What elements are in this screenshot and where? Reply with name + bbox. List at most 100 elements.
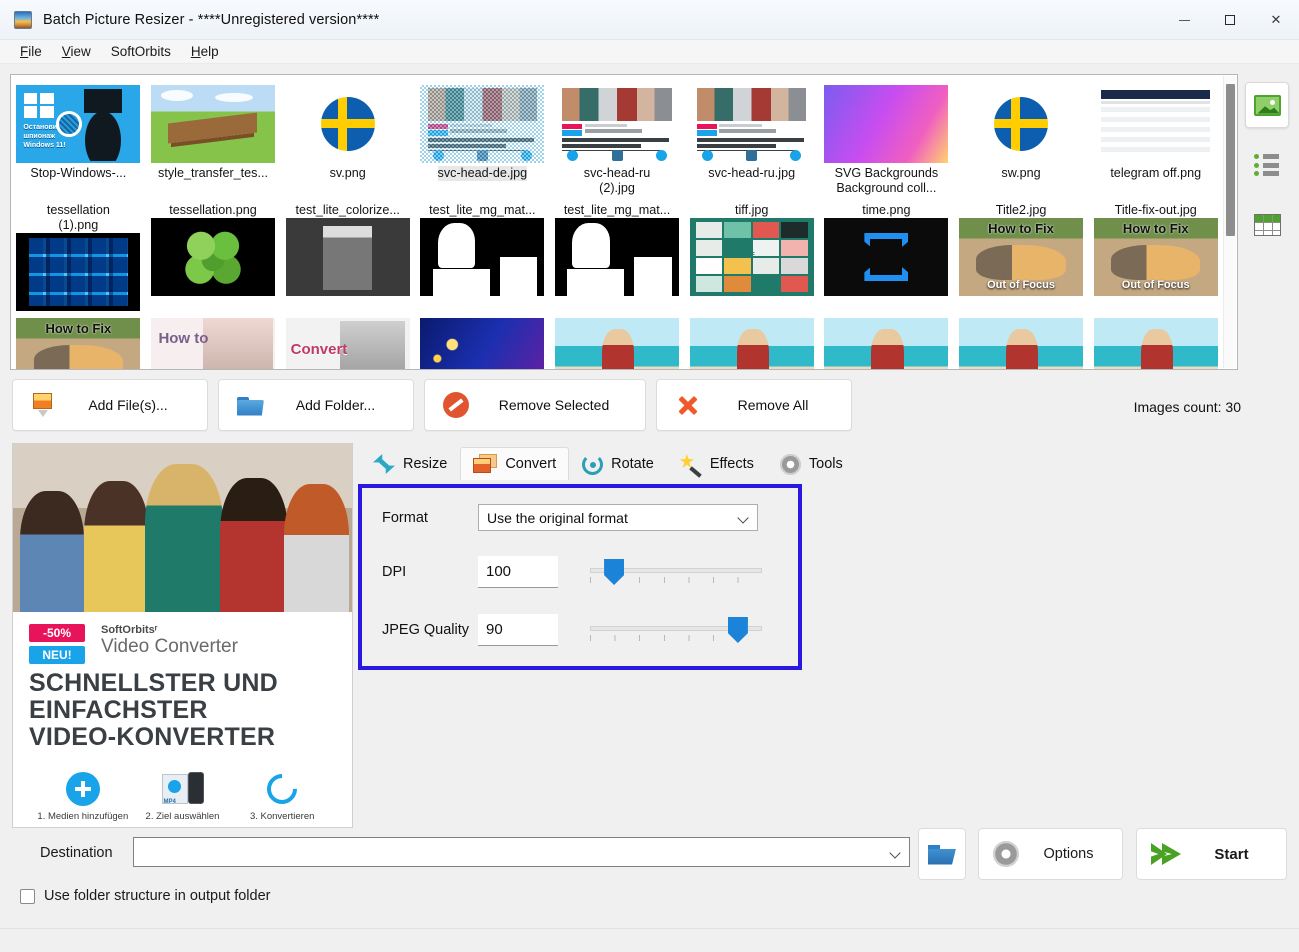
- thumbnail-item[interactable]: svc-head-ru (2).jpg: [550, 81, 685, 196]
- thumbnail-image-box[interactable]: [824, 85, 949, 163]
- minimize-button[interactable]: [1161, 0, 1207, 40]
- menu-item-softorbits[interactable]: SoftOrbits: [101, 42, 181, 61]
- menu-item-help[interactable]: Help: [181, 42, 229, 61]
- remove-selected-button[interactable]: Remove Selected: [424, 379, 646, 431]
- thumbnail-item[interactable]: Останови шпионаж Windows 11! Stop-Windows-.…: [11, 81, 146, 196]
- thumbnail-image-box[interactable]: [151, 85, 275, 163]
- thumbnail-image-box[interactable]: [16, 233, 141, 311]
- thumbnail-item[interactable]: time.png: [819, 196, 954, 311]
- tab-effects[interactable]: Effects: [667, 447, 767, 480]
- dpi-slider[interactable]: [590, 555, 762, 589]
- jpeg-quality-input[interactable]: 90: [478, 614, 558, 646]
- thumbnail-label: svc-head-ru (2).jpg: [583, 166, 651, 195]
- use-folder-structure-row[interactable]: Use folder structure in output folder: [20, 888, 270, 904]
- thumbnail-image-box[interactable]: [689, 85, 814, 163]
- thumbnail-item[interactable]: Convert: [280, 311, 415, 369]
- thumbnail-item[interactable]: SVG Backgrounds Background coll...: [819, 81, 954, 196]
- tab-resize[interactable]: Resize: [360, 447, 460, 480]
- thumbnail-image-box[interactable]: [824, 218, 949, 296]
- format-select[interactable]: Use the original format: [478, 504, 758, 531]
- thumbnail-grid[interactable]: Останови шпионаж Windows 11! Stop-Windows-.…: [11, 75, 1223, 369]
- thumbnail-image-box[interactable]: How to: [151, 318, 275, 369]
- thumbnail-item[interactable]: Title-fix-out.jpg How to Fix Out of Focus: [1088, 196, 1223, 311]
- tab-rotate[interactable]: Rotate: [569, 447, 667, 480]
- thumbnail-image-box[interactable]: [555, 218, 680, 296]
- remove-all-button[interactable]: Remove All: [656, 379, 852, 431]
- close-button[interactable]: ✕: [1253, 0, 1299, 40]
- thumbnail-item[interactable]: tessellation.png: [146, 196, 281, 311]
- thumbnail-item[interactable]: test_lite_mg_mat...: [415, 196, 550, 311]
- thumbnail-scrollbar[interactable]: [1223, 76, 1236, 368]
- thumbnail-image-box[interactable]: [151, 218, 275, 296]
- new-badge: NEU!: [29, 646, 85, 664]
- double-arrow-icon: [1151, 843, 1181, 865]
- menu-item-view[interactable]: View: [52, 42, 101, 61]
- browse-folder-button[interactable]: [918, 828, 966, 880]
- thumbnail-image-box[interactable]: Останови шпионаж Windows 11!: [16, 85, 141, 163]
- thumbnail-image-box[interactable]: [555, 85, 680, 163]
- start-button[interactable]: Start: [1136, 828, 1287, 880]
- options-button[interactable]: Options: [978, 828, 1123, 880]
- tools-icon: [779, 453, 801, 475]
- thumbnail-image-box[interactable]: TIF: [689, 218, 814, 296]
- settings-tabs: Resize Convert Rotate Effects Tools: [360, 447, 856, 480]
- thumbnail-image-box[interactable]: [285, 85, 410, 163]
- thumbnail-view-button[interactable]: [1245, 82, 1289, 128]
- thumbnail-item[interactable]: tiff.jpg TIF: [684, 196, 819, 311]
- preview-step-1: 1. Medien hinzufügen: [33, 767, 133, 822]
- thumbnail-image-box[interactable]: [959, 318, 1084, 369]
- thumbnail-image-box[interactable]: [285, 218, 410, 296]
- dpi-input[interactable]: 100: [478, 556, 558, 588]
- thumbnail-image-box[interactable]: [420, 85, 545, 163]
- thumbnail-image-box[interactable]: [824, 318, 949, 369]
- thumbnail-image-box[interactable]: How to FixOut of Focus: [959, 218, 1084, 296]
- thumbnail-item[interactable]: Title2.jpg How to Fix Out of Focus: [954, 196, 1089, 311]
- menu-item-file[interactable]: File: [10, 42, 52, 61]
- app-icon: [14, 10, 32, 29]
- thumbnail-image-box[interactable]: [555, 318, 680, 369]
- thumbnail-image-box[interactable]: [959, 85, 1084, 163]
- thumbnail-image-box[interactable]: How to FixOut of Focus: [16, 318, 141, 369]
- thumbnail-item[interactable]: test_lite_colorize...: [280, 196, 415, 311]
- thumbnail-item[interactable]: [1088, 311, 1223, 369]
- thumbnail-item[interactable]: telegram off.png: [1088, 81, 1223, 196]
- thumbnail-item[interactable]: [819, 311, 954, 369]
- add-files-button[interactable]: Add File(s)...: [12, 379, 208, 431]
- thumbnail-image-box[interactable]: Convert: [285, 318, 410, 369]
- preview-photo: [13, 444, 352, 612]
- thumbnail-item[interactable]: tessellation (1).png: [11, 196, 146, 311]
- thumbnail-image-box[interactable]: [1093, 85, 1218, 163]
- jpeg-quality-slider[interactable]: [590, 613, 762, 647]
- thumbnail-item[interactable]: sv.png: [280, 81, 415, 196]
- list-view-button[interactable]: [1245, 142, 1289, 188]
- destination-select[interactable]: [133, 837, 910, 867]
- thumbnail-item[interactable]: style_transfer_tes...: [146, 81, 281, 196]
- thumbnail-item[interactable]: [684, 311, 819, 369]
- thumbnail-image-box[interactable]: [689, 318, 814, 369]
- thumbnail-item[interactable]: [550, 311, 685, 369]
- thumbnail-item[interactable]: svc-head-ru.jpg: [684, 81, 819, 196]
- thumbnail-item[interactable]: How to: [146, 311, 281, 369]
- thumbnail-image-box[interactable]: How to FixOut of Focus: [1093, 218, 1218, 296]
- thumbnail-label: svc-head-ru.jpg: [708, 166, 796, 180]
- maximize-button[interactable]: [1207, 0, 1253, 40]
- thumbnail-item[interactable]: sw.png: [954, 81, 1089, 196]
- thumbnail-image-box[interactable]: [420, 318, 545, 369]
- thumbnail-item[interactable]: [415, 311, 550, 369]
- use-folder-structure-checkbox[interactable]: [20, 888, 35, 904]
- add-folder-button[interactable]: Add Folder...: [218, 379, 414, 431]
- thumbnail-image-box[interactable]: [420, 218, 545, 296]
- scrollbar-thumb[interactable]: [1226, 84, 1235, 236]
- thumbnail-item[interactable]: How to FixOut of Focus: [11, 311, 146, 369]
- thumbnail-item[interactable]: [954, 311, 1089, 369]
- thumbnail-image: [1093, 318, 1218, 369]
- thumbnail-image-box[interactable]: [1093, 318, 1218, 369]
- thumbnail-panel[interactable]: Останови шпионаж Windows 11! Stop-Windows-.…: [10, 74, 1238, 370]
- tab-tools[interactable]: Tools: [767, 447, 856, 480]
- thumbnail-item[interactable]: svc-head-de.jpg: [415, 81, 550, 196]
- tab-convert[interactable]: Convert: [460, 447, 570, 480]
- preview-step-3-label: 3. Konvertieren: [249, 811, 315, 822]
- thumbnail-item[interactable]: test_lite_mg_mat...: [550, 196, 685, 311]
- thumbnail-image: [959, 85, 1084, 163]
- details-view-button[interactable]: [1245, 202, 1289, 248]
